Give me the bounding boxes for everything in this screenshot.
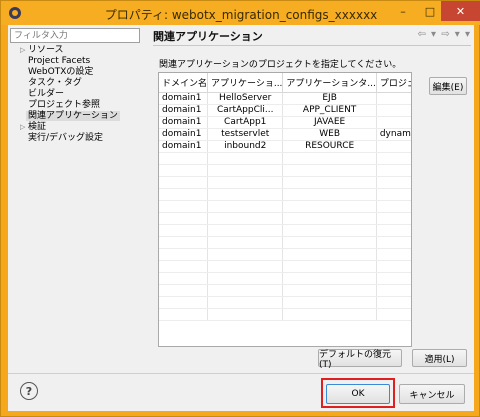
tree-item-run-debug-settings[interactable]: 実行/デバッグ設定 (10, 133, 150, 144)
page-title: 関連アプリケーション (153, 30, 263, 43)
table-row[interactable]: domain1 CartAppCli... APP_CLIENT (159, 104, 411, 117)
column-header-application[interactable]: アプリケーショ... (207, 73, 284, 93)
expand-arrow-icon[interactable]: ▷ (20, 45, 25, 56)
maximize-button[interactable]: □ (417, 1, 443, 21)
empty-row (159, 200, 411, 213)
expand-arrow-icon[interactable]: ▷ (20, 122, 25, 133)
empty-row (159, 284, 411, 297)
dialog-body: ▷リソース Project Facets WebOTXの設定 タスク・タグ ビル… (8, 25, 474, 411)
empty-row (159, 212, 411, 225)
empty-row (159, 260, 411, 273)
apply-button[interactable]: 適用(L) (412, 349, 467, 367)
empty-row (159, 248, 411, 261)
tree-item-resource[interactable]: ▷ リソース (10, 45, 150, 56)
page-description: 関連アプリケーションのプロジェクトを指定してください。 (159, 60, 402, 70)
empty-row (159, 176, 411, 189)
empty-row (159, 164, 411, 177)
divider (153, 45, 471, 46)
property-tree: ▷ リソース Project Facets WebOTXの設定 タスク・タグ ビル… (10, 45, 150, 144)
edit-button[interactable]: 編集(E) (429, 77, 467, 95)
table-row[interactable]: domain1 inbound2 RESOURCE (159, 140, 411, 153)
table-header-row: ドメイン名 アプリケーショ... アプリケーションタ... プロジェク... (159, 73, 411, 93)
tree-item-builders[interactable]: ビルダー (10, 89, 150, 100)
close-button[interactable]: ✕ (441, 1, 480, 21)
empty-row (159, 188, 411, 201)
properties-dialog: プロパティ: webotx_migration_configs_xxxxxx –… (0, 0, 480, 417)
help-icon[interactable]: ? (20, 382, 38, 400)
tree-item-related-applications[interactable]: 関連アプリケーション (10, 111, 150, 122)
column-header-domain[interactable]: ドメイン名 (159, 73, 209, 93)
navigation-arrows-icon[interactable]: ⇦ ▾ ⇨ ▾ ▾ (417, 29, 471, 40)
applications-table[interactable]: ドメイン名 アプリケーショ... アプリケーションタ... プロジェク... d… (158, 72, 412, 347)
filter-input[interactable] (10, 28, 140, 43)
empty-row (159, 236, 411, 249)
table-row[interactable]: domain1 CartApp1 JAVAEE (159, 116, 411, 129)
tree-item-task-tags[interactable]: タスク・タグ (10, 78, 150, 89)
empty-row (159, 272, 411, 285)
empty-row (159, 296, 411, 309)
table-row[interactable]: domain1 HelloServer EJB (159, 92, 411, 105)
tree-item-webotx-settings[interactable]: WebOTXの設定 (10, 67, 150, 78)
empty-row (159, 224, 411, 237)
column-header-project[interactable]: プロジェク... (376, 73, 411, 93)
empty-row (159, 152, 411, 165)
ok-button[interactable]: OK (326, 384, 390, 404)
empty-row (159, 308, 411, 321)
cancel-button[interactable]: キャンセル (399, 384, 465, 404)
title-bar[interactable]: プロパティ: webotx_migration_configs_xxxxxx –… (1, 1, 480, 25)
column-header-application-type[interactable]: アプリケーションタ... (282, 73, 377, 93)
restore-defaults-button[interactable]: デフォルトの復元(T) (318, 349, 402, 370)
table-row[interactable]: domain1testservletWEBdynami... (159, 128, 411, 141)
divider (8, 373, 474, 374)
tree-item-project-references[interactable]: プロジェクト参照 (10, 100, 150, 111)
tree-item-validation[interactable]: ▷ 検証 (10, 122, 150, 133)
tree-item-project-facets[interactable]: Project Facets (10, 56, 150, 67)
minimize-button[interactable]: – (390, 1, 416, 21)
